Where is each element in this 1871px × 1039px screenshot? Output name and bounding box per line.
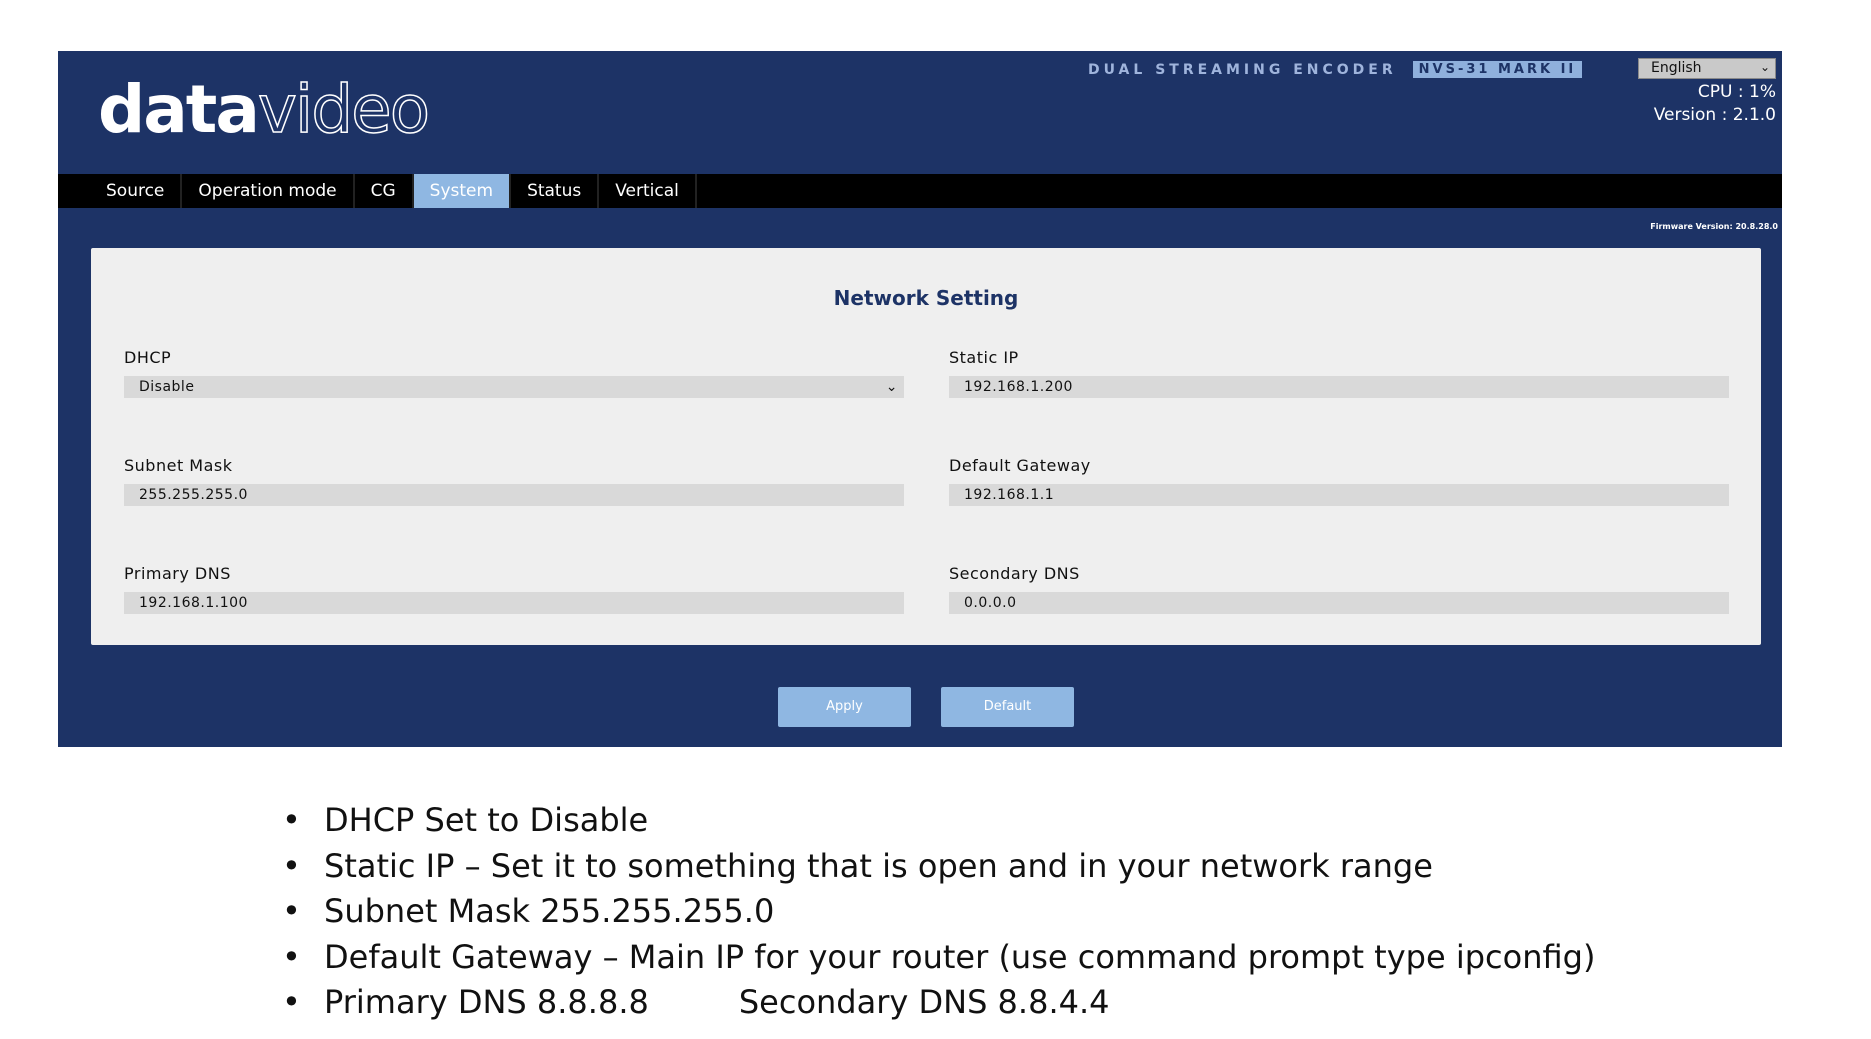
primary-dns-input[interactable]: 192.168.1.100 <box>124 592 904 614</box>
tab-operation-mode[interactable]: Operation mode <box>182 174 355 208</box>
language-select[interactable]: English ⌄ <box>1638 58 1776 79</box>
apply-button[interactable]: Apply <box>778 687 911 727</box>
primary-dns-label: Primary DNS <box>124 564 231 583</box>
dhcp-select[interactable]: Disable ⌄ <box>124 376 904 398</box>
subnet-mask-input[interactable]: 255.255.255.0 <box>124 484 904 506</box>
default-gateway-input[interactable]: 192.168.1.1 <box>949 484 1729 506</box>
static-ip-input[interactable]: 192.168.1.200 <box>949 376 1729 398</box>
logo-text-video: video <box>257 70 431 149</box>
list-item: Primary DNS 8.8.8.8 Secondary DNS 8.8.4.4 <box>282 980 1595 1026</box>
list-item: DHCP Set to Disable <box>282 798 1595 844</box>
app-window: data video DUAL STREAMING ENCODER NVS-31 … <box>58 51 1782 747</box>
network-setting-panel: Network Setting DHCP Disable ⌄ Static IP… <box>91 248 1761 645</box>
dhcp-value: Disable <box>139 379 195 395</box>
firmware-version: Firmware Version: 20.8.28.0 <box>1650 222 1778 231</box>
model-badge: NVS-31 MARK II <box>1412 61 1583 78</box>
chevron-down-icon: ⌄ <box>885 379 898 395</box>
primary-dns-field: Primary DNS 192.168.1.100 <box>124 564 904 614</box>
secondary-dns-note: Secondary DNS 8.8.4.4 <box>738 983 1110 1021</box>
tab-bar: Source Operation mode CG System Status V… <box>58 174 1782 208</box>
language-value: English <box>1651 60 1702 76</box>
secondary-dns-label: Secondary DNS <box>949 564 1080 583</box>
subnet-mask-field: Subnet Mask 255.255.255.0 <box>124 456 904 506</box>
tab-vertical[interactable]: Vertical <box>599 174 697 208</box>
tab-system[interactable]: System <box>413 174 512 208</box>
secondary-dns-field: Secondary DNS 0.0.0.0 <box>949 564 1729 614</box>
subnet-mask-label: Subnet Mask <box>124 456 233 475</box>
panel-title: Network Setting <box>833 286 1019 310</box>
default-gateway-label: Default Gateway <box>949 456 1091 475</box>
secondary-dns-input[interactable]: 0.0.0.0 <box>949 592 1729 614</box>
default-button[interactable]: Default <box>941 687 1074 727</box>
dhcp-label: DHCP <box>124 348 172 367</box>
static-ip-label: Static IP <box>949 348 1019 367</box>
datavideo-logo: data video <box>98 70 431 149</box>
dhcp-field: DHCP Disable ⌄ <box>124 348 904 398</box>
tab-status[interactable]: Status <box>511 174 600 208</box>
product-banner: DUAL STREAMING ENCODER NVS-31 MARK II <box>1088 61 1583 78</box>
instruction-list: DHCP Set to Disable Static IP – Set it t… <box>282 798 1595 1026</box>
chevron-down-icon: ⌄ <box>1759 60 1770 74</box>
tab-cg[interactable]: CG <box>355 174 414 208</box>
product-title: DUAL STREAMING ENCODER <box>1088 61 1397 78</box>
static-ip-field: Static IP 192.168.1.200 <box>949 348 1729 398</box>
list-item: Static IP – Set it to something that is … <box>282 844 1595 890</box>
list-item: Subnet Mask 255.255.255.0 <box>282 889 1595 935</box>
tab-source[interactable]: Source <box>90 174 183 208</box>
version-label: Version : 2.1.0 <box>1653 105 1776 125</box>
primary-dns-note: Primary DNS 8.8.8.8 <box>324 983 649 1021</box>
system-stats: CPU : 1% Version : 2.1.0 <box>1654 81 1776 127</box>
list-item: Default Gateway – Main IP for your route… <box>282 935 1595 981</box>
default-gateway-field: Default Gateway 192.168.1.1 <box>949 456 1729 506</box>
cpu-usage: CPU : 1% <box>1697 82 1776 102</box>
logo-text-data: data <box>98 71 260 148</box>
